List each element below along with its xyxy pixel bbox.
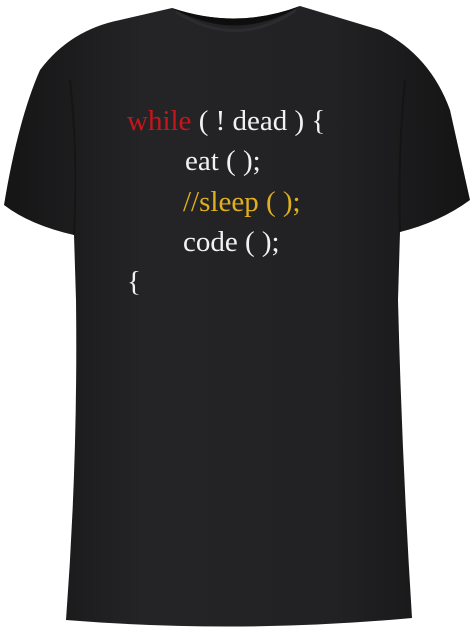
print-line-4: code ( ); [183, 226, 280, 258]
print-line-1: while ( ! dead ) { [127, 107, 325, 136]
print-line-5: { [127, 266, 141, 298]
tshirt-product-image: while ( ! dead ) { eat ( ); //sleep ( );… [0, 0, 474, 633]
print-keyword-while: while [127, 105, 192, 137]
tshirt-shape [4, 6, 470, 627]
print-condition: ( ! dead ) { [191, 105, 326, 137]
print-line-2: eat ( ); [185, 145, 261, 177]
print-line-3-comment: //sleep ( ); [183, 186, 301, 218]
